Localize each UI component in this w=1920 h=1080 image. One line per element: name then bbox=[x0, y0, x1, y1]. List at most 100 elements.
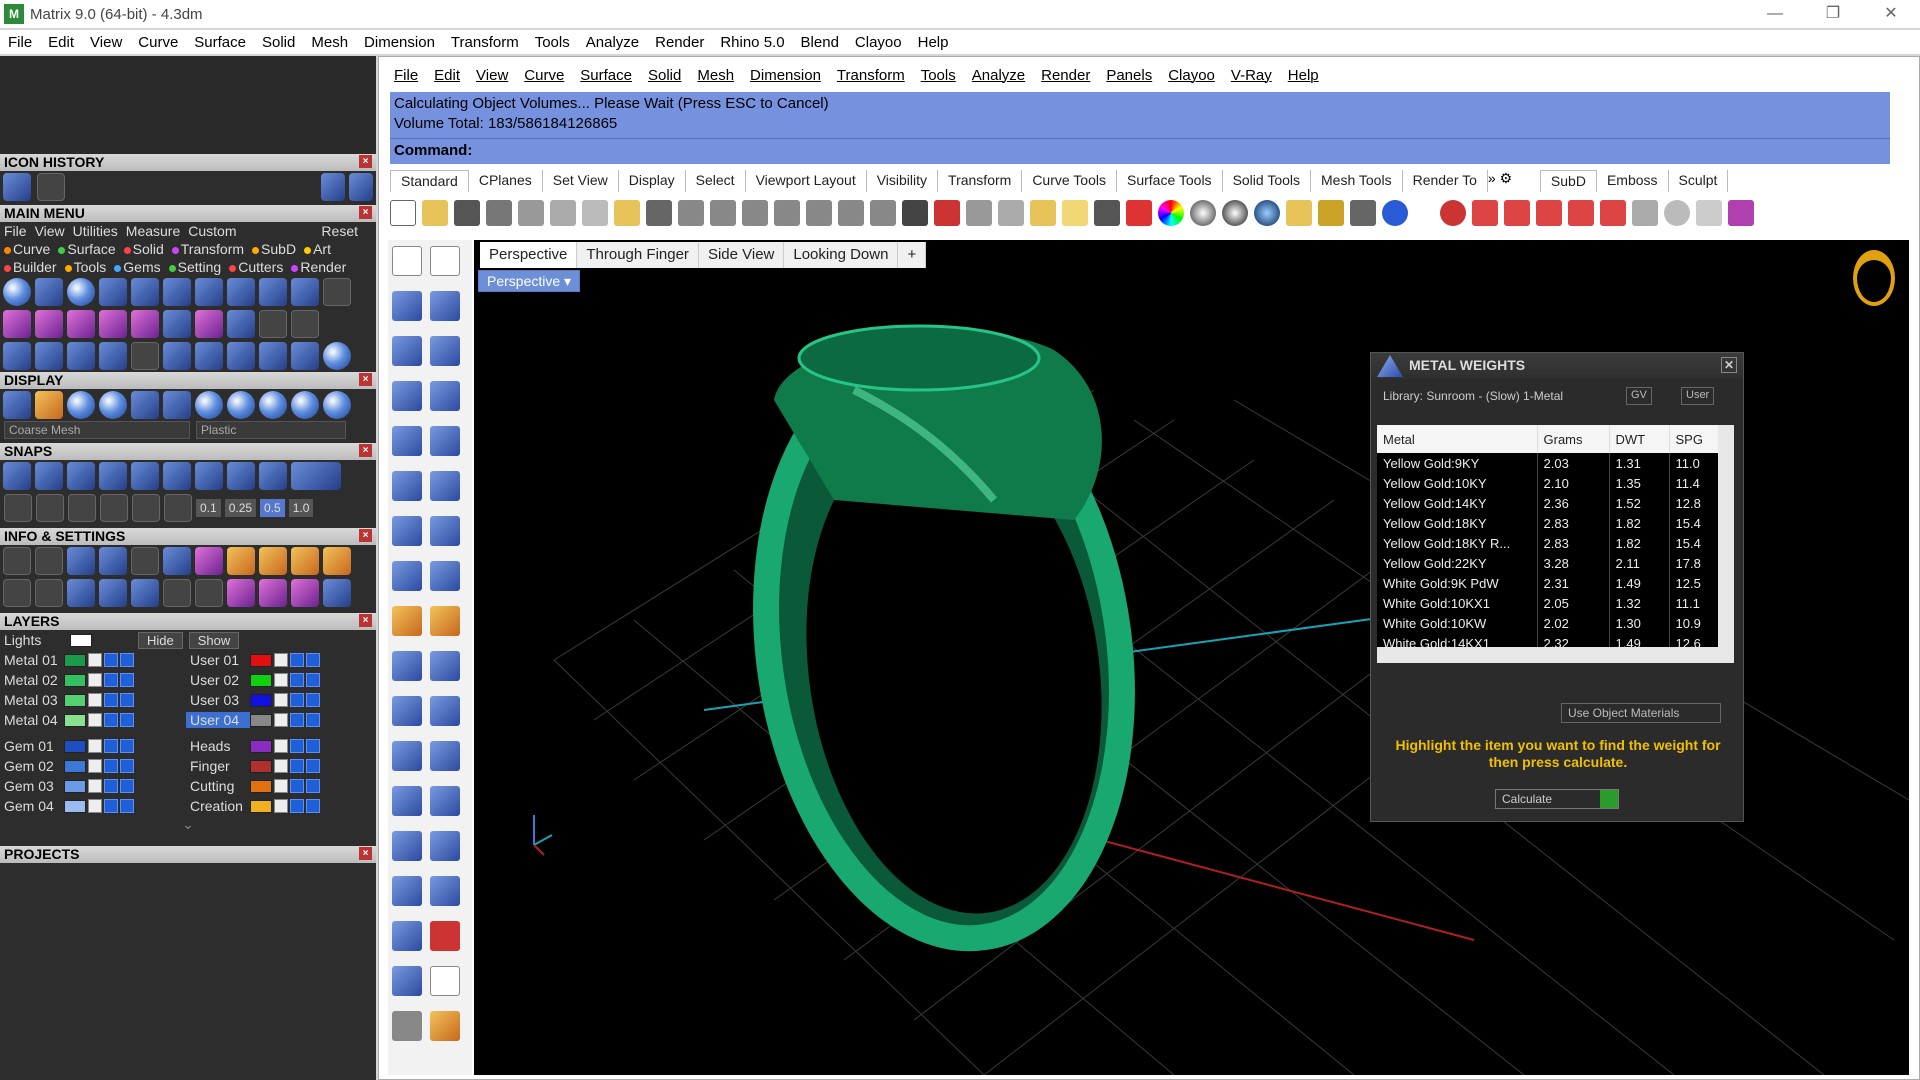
block-icon[interactable] bbox=[392, 831, 422, 861]
rmenu-file[interactable]: File bbox=[386, 67, 426, 84]
plane-icon[interactable] bbox=[966, 200, 992, 226]
snap-value-1-0[interactable]: 1.0 bbox=[288, 499, 314, 517]
subd-cyl-icon[interactable] bbox=[1504, 200, 1530, 226]
rmenu-dimension[interactable]: Dimension bbox=[742, 67, 829, 84]
menu-solid[interactable]: Solid bbox=[254, 34, 303, 51]
table-vertical-scrollbar[interactable] bbox=[1718, 425, 1734, 647]
visible-icon[interactable] bbox=[104, 693, 118, 707]
save-icon[interactable] bbox=[454, 200, 480, 226]
lock-icon[interactable] bbox=[88, 799, 102, 813]
reset-button[interactable]: Reset bbox=[321, 223, 372, 239]
rmenu-vray[interactable]: V-Ray bbox=[1223, 67, 1280, 84]
menu-help[interactable]: Help bbox=[910, 34, 957, 51]
subd-icon[interactable] bbox=[1440, 200, 1466, 226]
layer-row[interactable]: Creation bbox=[186, 796, 372, 816]
close-icon[interactable]: × bbox=[359, 614, 372, 627]
layer-toggle-icon[interactable] bbox=[306, 799, 320, 813]
tab-curve-tools[interactable]: Curve Tools bbox=[1022, 170, 1117, 192]
ring-icon[interactable] bbox=[67, 278, 95, 306]
layer-color[interactable] bbox=[64, 739, 86, 753]
minimize-button[interactable]: — bbox=[1746, 0, 1804, 28]
layer-color[interactable] bbox=[64, 713, 86, 727]
record-icon[interactable] bbox=[132, 494, 160, 522]
layer-row[interactable]: Metal 03 bbox=[0, 690, 186, 710]
tab-mesh-tools[interactable]: Mesh Tools bbox=[1311, 170, 1403, 192]
check-tool-icon[interactable] bbox=[430, 966, 460, 996]
pink-tool-3-icon[interactable] bbox=[291, 579, 319, 607]
window-icon[interactable] bbox=[35, 579, 63, 607]
open-icon[interactable] bbox=[422, 200, 448, 226]
column-icon[interactable] bbox=[99, 342, 127, 370]
o-ring-icon[interactable] bbox=[323, 342, 351, 370]
table-row[interactable]: Yellow Gold:22KY 3.28 2.11 17.8 bbox=[1377, 553, 1734, 573]
layer-row[interactable]: Metal 01 bbox=[0, 650, 186, 670]
document-icon[interactable] bbox=[131, 547, 159, 575]
show-button[interactable]: Show bbox=[188, 631, 240, 649]
rotate-view-icon[interactable] bbox=[870, 200, 896, 226]
history-icon[interactable] bbox=[430, 876, 460, 906]
rmenu-curve[interactable]: Curve bbox=[516, 67, 572, 84]
layer-color[interactable] bbox=[250, 713, 272, 727]
rmenu-solid[interactable]: Solid bbox=[640, 67, 689, 84]
layer-color[interactable] bbox=[250, 779, 272, 793]
blue-tool-icon[interactable] bbox=[323, 579, 351, 607]
mm-view[interactable]: View bbox=[35, 223, 65, 239]
cat-gems[interactable]: Gems bbox=[114, 259, 161, 275]
menu-tools[interactable]: Tools bbox=[527, 34, 578, 51]
tab-viewport-layout[interactable]: Viewport Layout bbox=[746, 170, 867, 192]
scale-info-icon[interactable] bbox=[259, 547, 287, 575]
material-select[interactable]: Plastic bbox=[196, 421, 346, 439]
layer-toggle-icon[interactable] bbox=[120, 759, 134, 773]
layer-color[interactable] bbox=[250, 759, 272, 773]
mm-file[interactable]: File bbox=[4, 223, 27, 239]
lock-icon[interactable] bbox=[274, 759, 288, 773]
layer-row[interactable]: Heads bbox=[186, 736, 372, 756]
table-row[interactable]: White Gold:10KW 2.02 1.30 10.9 bbox=[1377, 613, 1734, 633]
lights-swatch[interactable] bbox=[70, 633, 92, 647]
layer-toggle-icon[interactable] bbox=[120, 713, 134, 727]
zoom-extents-icon[interactable] bbox=[806, 200, 832, 226]
rmenu-surface[interactable]: Surface bbox=[572, 67, 640, 84]
gem-info-icon[interactable] bbox=[195, 547, 223, 575]
mm-custom[interactable]: Custom bbox=[188, 223, 236, 239]
layer-toggle-icon[interactable] bbox=[120, 779, 134, 793]
properties-icon[interactable] bbox=[1126, 200, 1152, 226]
import-icon[interactable] bbox=[518, 200, 544, 226]
table-row[interactable]: White Gold:10KX1 2.05 1.32 11.1 bbox=[1377, 593, 1734, 613]
tab-render-tools[interactable]: Render To bbox=[1403, 170, 1488, 192]
color-wheel-icon[interactable] bbox=[1158, 200, 1184, 226]
chat-icon[interactable] bbox=[1696, 200, 1722, 226]
grid-snap-icon[interactable] bbox=[4, 494, 32, 522]
table-row[interactable]: White Gold:14KX1 2.32 1.49 12.6 bbox=[1377, 633, 1734, 647]
layer-toggle-icon[interactable] bbox=[306, 693, 320, 707]
cat-art[interactable]: Art bbox=[304, 241, 331, 257]
lock-toolbar-icon[interactable] bbox=[1094, 200, 1120, 226]
lock-icon[interactable] bbox=[88, 759, 102, 773]
layer-row[interactable]: Metal 04 bbox=[0, 710, 186, 730]
tab-emboss[interactable]: Emboss bbox=[1597, 170, 1669, 192]
col-metal[interactable]: Metal bbox=[1377, 425, 1538, 453]
car-icon[interactable] bbox=[934, 200, 960, 226]
bulb-icon[interactable] bbox=[1062, 200, 1088, 226]
band-icon[interactable] bbox=[99, 278, 127, 306]
visible-icon[interactable] bbox=[104, 739, 118, 753]
calculate-button[interactable]: Calculate bbox=[1495, 789, 1619, 809]
lock-icon[interactable] bbox=[274, 799, 288, 813]
lock-icon[interactable] bbox=[88, 653, 102, 667]
menu-curve[interactable]: Curve bbox=[130, 34, 186, 51]
layer-toggle-icon[interactable] bbox=[306, 653, 320, 667]
light-icon[interactable] bbox=[35, 391, 63, 419]
layer-row[interactable]: Metal 02 bbox=[0, 670, 186, 690]
menu-clayoo[interactable]: Clayoo bbox=[847, 34, 910, 51]
transform-icon[interactable] bbox=[392, 651, 422, 681]
tab-surface-tools[interactable]: Surface Tools bbox=[1117, 170, 1223, 192]
rmenu-render[interactable]: Render bbox=[1033, 67, 1098, 84]
frame-icon[interactable] bbox=[227, 342, 255, 370]
visible-icon[interactable] bbox=[104, 673, 118, 687]
layout-icon[interactable] bbox=[3, 579, 31, 607]
visible-icon[interactable] bbox=[290, 759, 304, 773]
help-icon[interactable] bbox=[1382, 200, 1408, 226]
layer-row[interactable]: Gem 03 bbox=[0, 776, 186, 796]
rmenu-clayoo[interactable]: Clayoo bbox=[1160, 67, 1223, 84]
pink-tool-icon[interactable] bbox=[227, 579, 255, 607]
